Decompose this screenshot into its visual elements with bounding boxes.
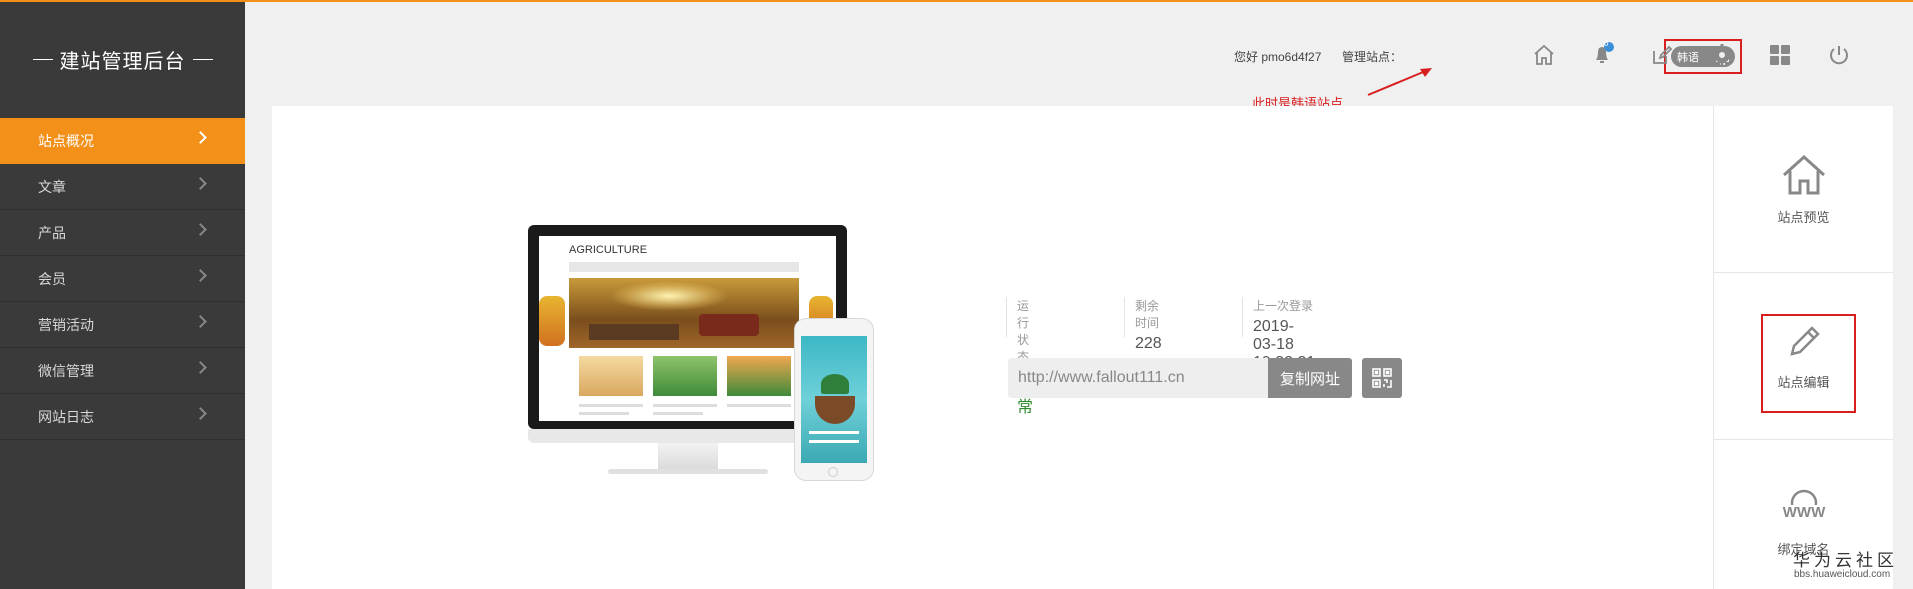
annotation-arrow	[1367, 68, 1432, 96]
sidebar-item-label: 网站日志	[38, 408, 94, 425]
www-icon: WWW	[1774, 489, 1833, 521]
stat-label: 运行状态	[1017, 299, 1030, 364]
top-accent-line	[0, 0, 1913, 2]
sidebar-item-wechat[interactable]: 微信管理	[0, 348, 245, 394]
stat-label: 上一次登录	[1253, 299, 1314, 313]
chevron-right-icon	[194, 131, 207, 144]
stat-remaining: 剩余时间 228天	[1124, 297, 1162, 376]
chevron-right-icon	[194, 223, 207, 236]
stat-status: 运行状态 正常	[1006, 297, 1033, 416]
sidebar-item-logs[interactable]: 网站日志	[0, 394, 245, 440]
stat-label: 剩余时间	[1135, 299, 1160, 330]
qr-code-button[interactable]	[1362, 358, 1402, 398]
chevron-right-icon	[194, 361, 207, 374]
gear-icon[interactable]	[1708, 41, 1736, 69]
watermark-title: 华为云社区	[1793, 551, 1898, 570]
site-url-field[interactable]: http://www.fallout111.cn	[1008, 358, 1268, 398]
site-edit-label: 站点编辑	[1777, 374, 1830, 390]
chevron-right-icon	[194, 269, 207, 282]
url-row: http://www.fallout111.cn 复制网址	[1008, 358, 1402, 398]
chevron-right-icon	[194, 407, 207, 420]
chevron-right-icon	[194, 315, 207, 328]
phone-mockup	[794, 318, 874, 481]
sidebar-item-label: 微信管理	[38, 362, 94, 379]
sidebar: 建站管理后台 站点概况 文章 产品 会员 营销活动 微信管理 网站日志	[0, 0, 245, 589]
sidebar-item-members[interactable]: 会员	[0, 256, 245, 302]
power-icon[interactable]	[1825, 41, 1853, 69]
home-icon	[1782, 154, 1825, 194]
quick-actions-panel: 站点预览 站点编辑 WWW 绑定域名	[1713, 106, 1893, 589]
site-preview-illustration: AGRICULTURE	[528, 225, 878, 485]
pencil-icon	[1789, 325, 1820, 356]
sidebar-item-overview[interactable]: 站点概况	[0, 118, 245, 164]
sidebar-item-label: 文章	[38, 178, 66, 195]
site-edit-button[interactable]: 站点编辑	[1714, 273, 1893, 440]
header: 您好 pmo6d4f27 管理站点： 韩语 0	[245, 2, 1913, 106]
apps-grid-icon[interactable]	[1766, 41, 1794, 69]
sidebar-item-label: 站点概况	[38, 132, 94, 149]
site-language: 韩语	[1677, 51, 1699, 64]
user-greeting: 您好 pmo6d4f27	[1234, 50, 1322, 64]
home-icon[interactable]	[1530, 41, 1558, 69]
bell-icon[interactable]: 0	[1589, 39, 1617, 69]
sidebar-item-marketing[interactable]: 营销活动	[0, 302, 245, 348]
sidebar-item-articles[interactable]: 文章	[0, 164, 245, 210]
preview-title: AGRICULTURE	[569, 244, 648, 256]
main-panel	[272, 106, 1892, 589]
site-preview-label: 站点预览	[1777, 209, 1830, 225]
site-preview-button[interactable]: 站点预览	[1714, 106, 1893, 273]
svg-text:WWW: WWW	[1782, 504, 1825, 521]
watermark-url: bbs.huaweicloud.com	[1794, 569, 1891, 580]
chevron-right-icon	[194, 177, 207, 190]
sidebar-item-label: 营销活动	[38, 316, 94, 333]
edit-icon[interactable]	[1648, 41, 1676, 69]
stat-last-login: 上一次登录 2019-03-18 19:32:31	[1242, 297, 1315, 371]
brand-text: 建站管理后台	[59, 50, 186, 73]
copy-url-button[interactable]: 复制网址	[1268, 358, 1352, 398]
sidebar-item-products[interactable]: 产品	[0, 210, 245, 256]
qr-code-icon	[1372, 368, 1392, 388]
sidebar-item-label: 产品	[38, 224, 66, 241]
sidebar-item-label: 会员	[38, 270, 66, 287]
notification-count: 0	[1604, 39, 1609, 48]
brand-title: 建站管理后台	[0, 0, 245, 118]
